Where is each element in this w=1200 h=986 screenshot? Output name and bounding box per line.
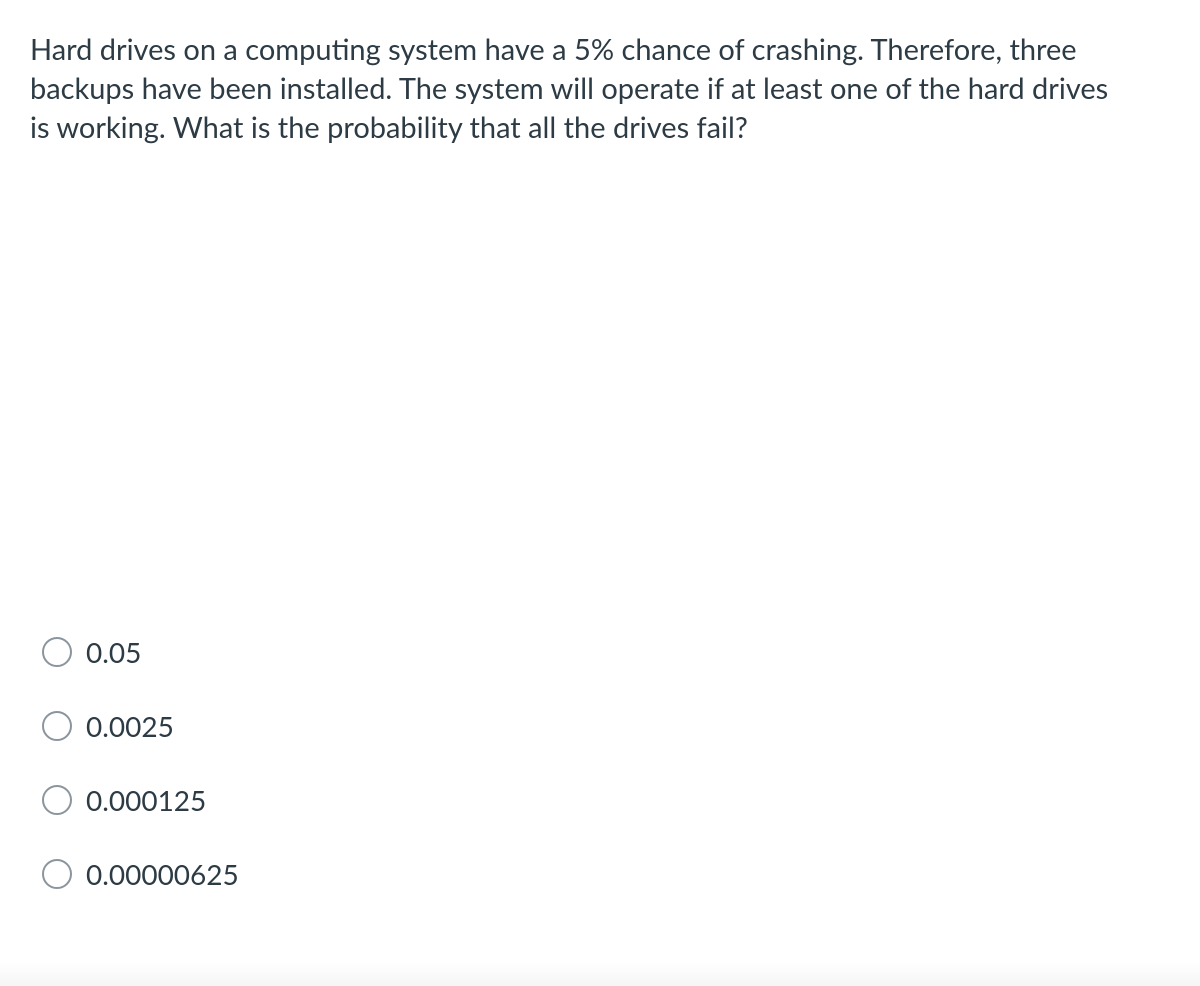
option-label: 0.0025: [86, 712, 174, 740]
option-row[interactable]: 0.05: [42, 637, 1170, 667]
bottom-fade: [0, 962, 1200, 986]
option-row[interactable]: 0.0025: [42, 711, 1170, 741]
radio-button[interactable]: [42, 637, 72, 667]
option-row[interactable]: 0.000125: [42, 785, 1170, 815]
options-group: 0.05 0.0025 0.000125 0.00000625: [30, 637, 1170, 889]
option-label: 0.00000625: [86, 860, 239, 888]
option-label: 0.05: [86, 638, 141, 666]
radio-button[interactable]: [42, 785, 72, 815]
radio-button[interactable]: [42, 859, 72, 889]
radio-button[interactable]: [42, 711, 72, 741]
option-row[interactable]: 0.00000625: [42, 859, 1170, 889]
question-text: Hard drives on a computing system have a…: [30, 30, 1130, 147]
option-label: 0.000125: [86, 786, 206, 814]
